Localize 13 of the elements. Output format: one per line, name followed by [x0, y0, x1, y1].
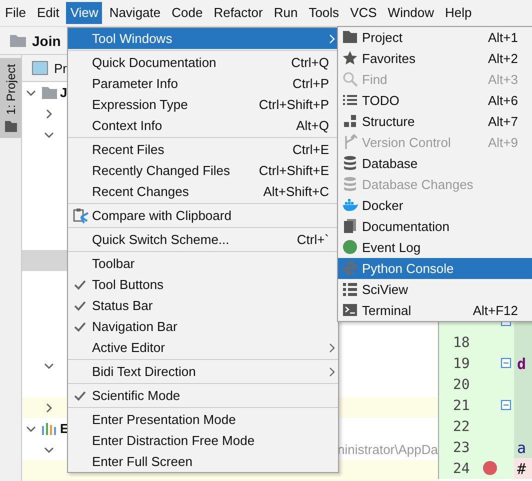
- line-number: 24: [453, 460, 470, 476]
- line-number: 23: [453, 440, 470, 456]
- panel-title: Pr: [54, 60, 67, 76]
- code-text: #: [517, 460, 526, 478]
- line-number: 19: [453, 356, 470, 372]
- code-text: a: [517, 438, 526, 456]
- code-text: d: [517, 354, 526, 372]
- tree-label: J: [60, 85, 68, 100]
- line-number: 18: [453, 334, 470, 350]
- line-number: 22: [453, 418, 470, 434]
- path-text: ninistrator\AppDa: [338, 442, 438, 457]
- line-number: 21: [453, 398, 470, 414]
- line-number: 20: [453, 376, 470, 392]
